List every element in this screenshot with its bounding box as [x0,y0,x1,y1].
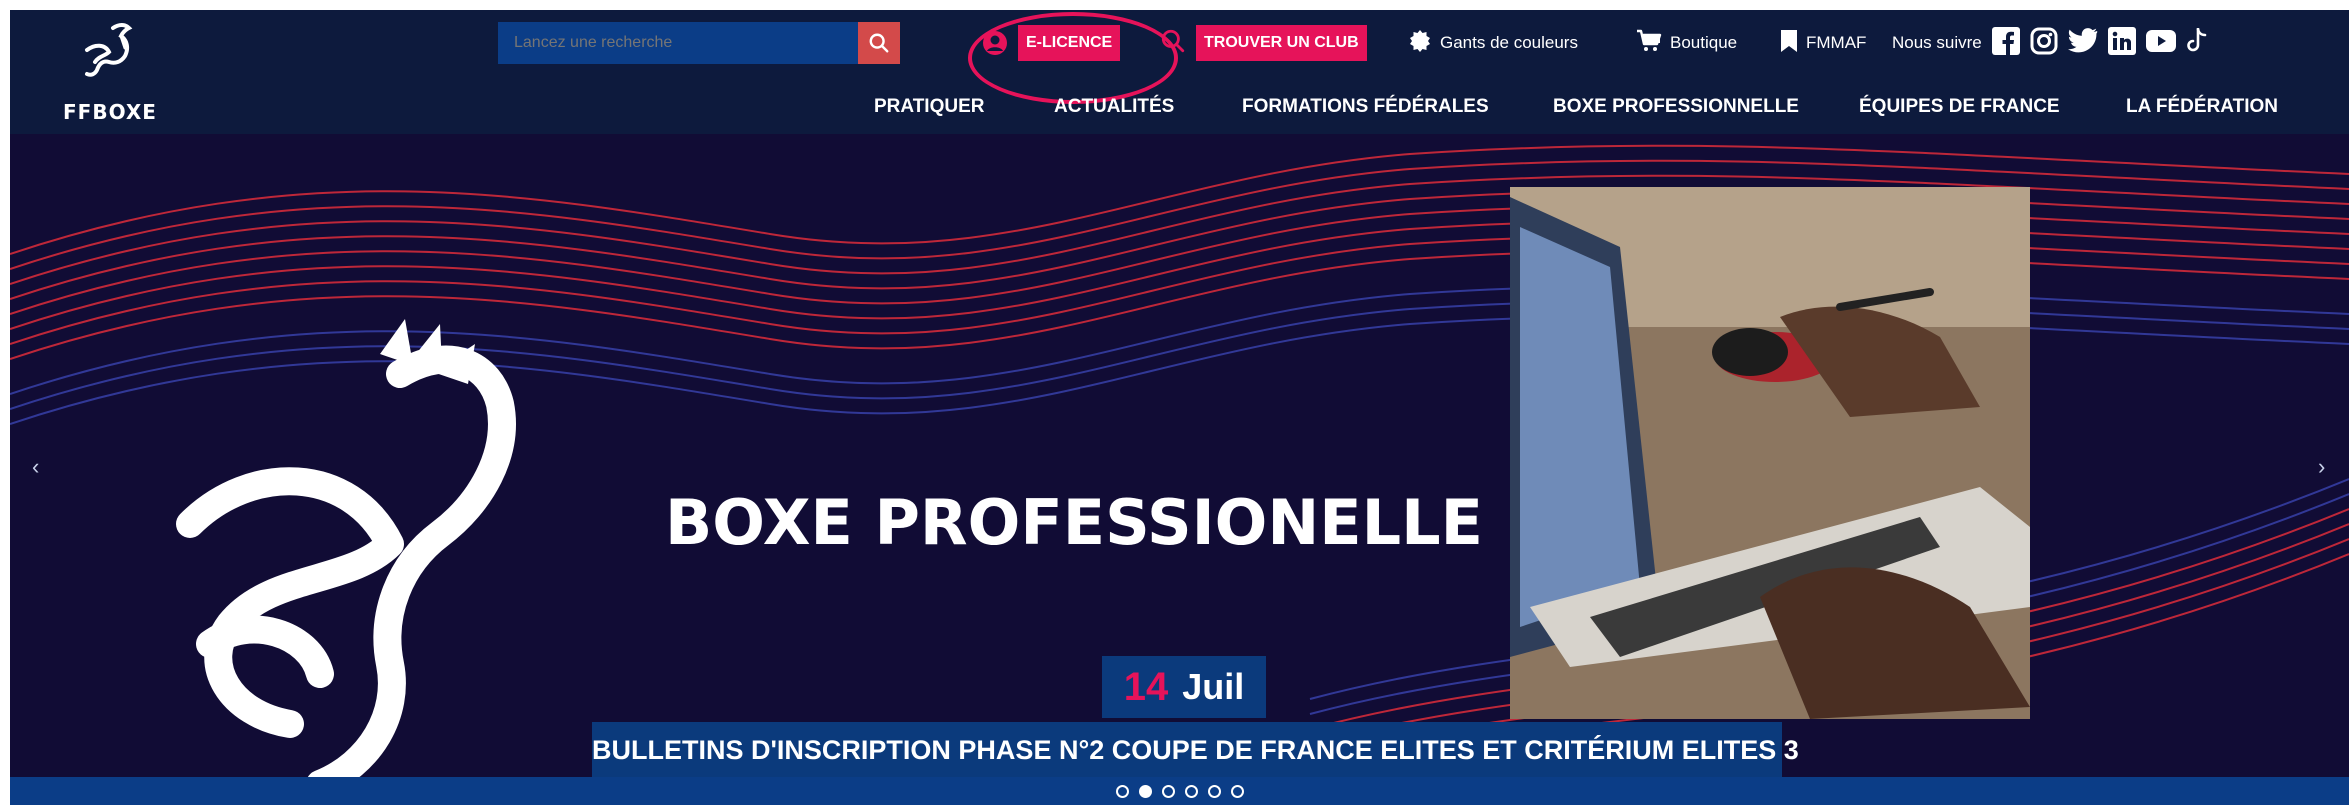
chevron-right-icon[interactable]: › [2318,454,2325,480]
instagram-icon[interactable] [2030,27,2058,60]
laptop-photo-illustration [1510,187,2030,719]
cart-icon [1636,29,1662,58]
nav-item-actualites[interactable]: ACTUALITÉS [1054,96,1174,118]
club-link-group: TROUVER UN CLUB [1160,22,1367,64]
follow-label: Nous suivre [1892,33,1982,52]
boutique-label: Boutique [1670,33,1738,52]
main-nav: PRATIQUER ACTUALITÉS FORMATIONS FÉDÉRALE… [10,96,2349,126]
boutique-link[interactable]: Boutique [1636,22,1737,64]
search-icon [869,33,889,53]
hero-caption-link[interactable]: BULLETINS D'INSCRIPTION PHASE N°2 COUPE … [592,722,1799,777]
badge-icon [1408,29,1432,58]
date-day: 14 [1123,664,1169,709]
rooster-emblem-icon [176,319,516,777]
carousel-dot[interactable] [1184,784,1198,798]
carousel-dot[interactable] [1230,784,1244,798]
social-group: Nous suivre [1892,22,2208,64]
carousel-pagination [10,777,2349,805]
tiktok-icon[interactable] [2186,27,2208,59]
fmmaf-label: FMMAF [1806,33,1867,52]
facebook-icon[interactable] [1991,26,2020,60]
highlight-ring [968,12,1178,104]
nav-item-equipes[interactable]: ÉQUIPES DE FRANCE [1859,96,2060,118]
fmmaf-link[interactable]: FMMAF [1780,22,1866,64]
hero-carousel: BOXE PROFESSIONELLE 14 Juil BULLETINS D'… [10,134,2349,777]
gants-label: Gants de couleurs [1440,33,1578,52]
hero-photo [1510,187,2030,719]
twitter-icon[interactable] [2067,27,2098,59]
carousel-dot[interactable] [1115,784,1129,798]
date-month: Juil [1182,666,1245,707]
carousel-dot[interactable] [1138,784,1152,798]
nav-item-formations[interactable]: FORMATIONS FÉDÉRALES [1242,96,1489,118]
date-badge: 14 Juil [1102,656,1266,718]
search-icon [1160,28,1186,59]
nav-item-boxe-pro[interactable]: BOXE PROFESSIONNELLE [1553,96,1799,118]
nav-item-federation[interactable]: LA FÉDÉRATION [2126,96,2278,118]
search-input[interactable] [498,22,858,64]
carousel-dot[interactable] [1207,784,1221,798]
bookmark-icon [1780,29,1798,58]
chevron-left-icon[interactable]: ‹ [32,454,39,480]
search-button[interactable] [858,22,900,64]
linkedin-icon[interactable] [2107,26,2136,60]
hero-title: BOXE PROFESSIONELLE [665,486,1483,559]
rooster-logo-icon [85,23,133,77]
find-club-button[interactable]: TROUVER UN CLUB [1196,25,1367,61]
gants-link[interactable]: Gants de couleurs [1408,22,1578,64]
site-header: FFBOXE E-LICENCE TROUV [10,10,2349,134]
carousel-dot[interactable] [1161,784,1175,798]
youtube-icon[interactable] [2145,29,2176,57]
nav-item-pratiquer[interactable]: PRATIQUER [874,96,984,118]
